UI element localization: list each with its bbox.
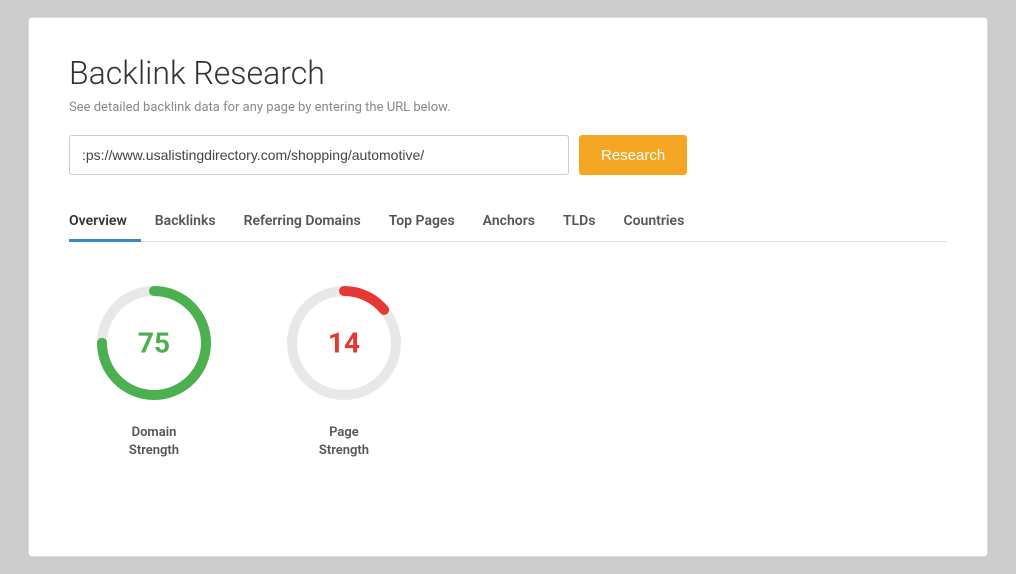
main-card: Backlink Research See detailed backlink … (28, 17, 988, 557)
domain-strength-label: DomainStrength (129, 424, 179, 460)
tab-backlinks[interactable]: Backlinks (141, 203, 230, 242)
tab-anchors[interactable]: Anchors (469, 203, 549, 242)
url-input[interactable] (69, 135, 569, 175)
tab-tlds[interactable]: TLDs (549, 203, 610, 242)
tab-top-pages[interactable]: Top Pages (375, 203, 469, 242)
page-strength-circle: 14 (279, 278, 409, 408)
page-subtitle: See detailed backlink data for any page … (69, 100, 947, 115)
tab-overview[interactable]: Overview (69, 203, 141, 242)
gauges-row: 75 DomainStrength 14 PageStrength (69, 278, 947, 460)
search-row: Research (69, 135, 947, 175)
page-strength-label: PageStrength (319, 424, 369, 460)
domain-strength-gauge: 75 DomainStrength (89, 278, 219, 460)
page-strength-value: 14 (328, 327, 360, 360)
tab-referring-domains[interactable]: Referring Domains (230, 203, 375, 242)
domain-strength-circle: 75 (89, 278, 219, 408)
page-strength-gauge: 14 PageStrength (279, 278, 409, 460)
domain-strength-value: 75 (138, 327, 170, 360)
page-title: Backlink Research (69, 54, 947, 92)
tab-countries[interactable]: Countries (609, 203, 698, 242)
tabs-bar: Overview Backlinks Referring Domains Top… (69, 203, 947, 242)
research-button[interactable]: Research (579, 135, 687, 175)
